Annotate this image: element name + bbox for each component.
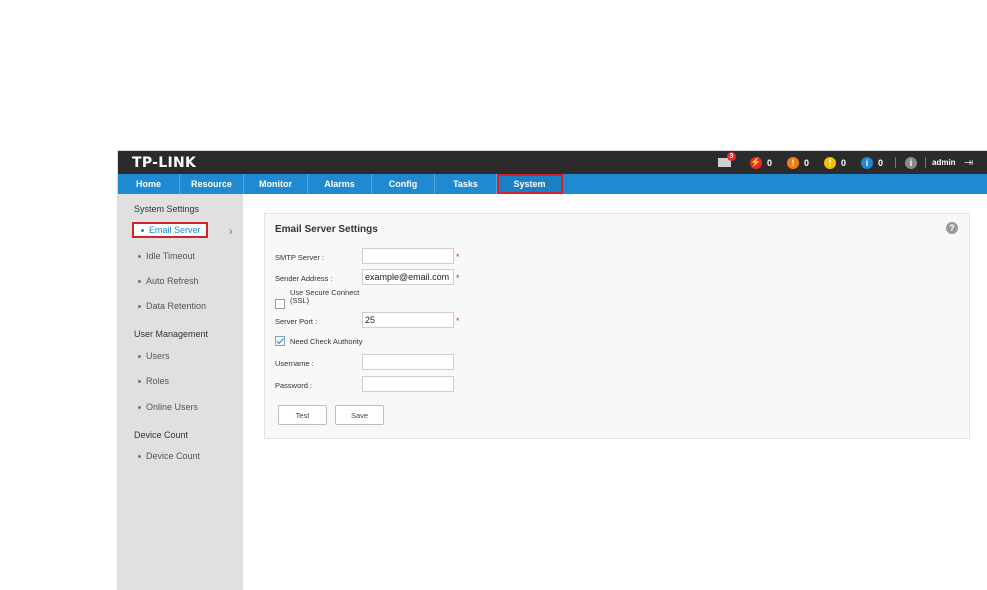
sidebar-item-label: Idle Timeout: [146, 251, 196, 261]
tab-config[interactable]: Config: [372, 174, 435, 194]
major-count: 0: [804, 157, 810, 168]
sidebar-item-label: Roles: [146, 376, 170, 386]
tab-system[interactable]: System: [497, 174, 563, 194]
sidebar-group-user-management: User Management: [134, 329, 209, 339]
divider: [925, 157, 926, 168]
about-button[interactable]: i: [905, 151, 922, 174]
tp-link-logo: TP-LINK: [132, 155, 197, 171]
sidebar-item-label: Data Retention: [146, 301, 207, 311]
panel-title: Email Server Settings: [275, 224, 378, 235]
required-mark: *: [456, 273, 460, 283]
email-server-panel: Email Server Settings ? SMTP Server : * …: [264, 213, 970, 439]
tab-alarms[interactable]: Alarms: [308, 174, 372, 194]
minor-alarms[interactable]: ! 0: [824, 151, 846, 174]
password-label: Password :: [275, 381, 313, 390]
major-alarms[interactable]: ! 0: [787, 151, 809, 174]
server-port-input[interactable]: [362, 312, 454, 328]
mail-badge: 3: [727, 152, 736, 161]
bullet: [138, 279, 141, 283]
sidebar-item-label: Users: [146, 351, 170, 361]
help-icon[interactable]: ?: [946, 222, 958, 234]
sender-address-label: Sender Address :: [275, 274, 333, 283]
about-icon: i: [905, 156, 917, 169]
bullet: [138, 405, 141, 409]
user-name[interactable]: admin: [932, 151, 956, 174]
sidebar-item-users[interactable]: Users: [138, 351, 170, 361]
checkmark-icon: [276, 338, 284, 345]
top-bar: TP-LINK 3 ⚡ 0 ! 0 ! 0 i 0 i admin ⇥: [118, 151, 987, 174]
tab-monitor[interactable]: Monitor: [244, 174, 308, 194]
main-nav: Home Resource Monitor Alarms Config Task…: [118, 174, 987, 194]
critical-count: 0: [767, 157, 773, 168]
username-input[interactable]: [362, 354, 454, 370]
minor-count: 0: [841, 157, 847, 168]
required-mark: *: [456, 316, 460, 326]
sidebar-item-label: Device Count: [146, 451, 201, 461]
password-input[interactable]: [362, 376, 454, 392]
sidebar: System Settings Email Server › Idle Time…: [118, 194, 243, 590]
logout-icon[interactable]: ⇥: [964, 151, 973, 174]
info-count: 0: [878, 157, 884, 168]
sender-address-input[interactable]: [362, 269, 454, 285]
sidebar-group-device-count: Device Count: [134, 430, 189, 440]
chevron-right-icon: ›: [229, 226, 233, 238]
minor-alarm-icon: !: [824, 156, 836, 169]
bullet: [141, 228, 144, 232]
critical-alarms[interactable]: ⚡ 0: [750, 151, 772, 174]
sidebar-item-online-users[interactable]: Online Users: [138, 402, 198, 412]
sidebar-item-data-retention[interactable]: Data Retention: [138, 301, 206, 311]
info-alarms[interactable]: i 0: [861, 151, 883, 174]
required-mark: *: [456, 252, 460, 262]
tab-resource[interactable]: Resource: [180, 174, 244, 194]
bullet: [138, 454, 141, 458]
bullet: [138, 354, 141, 358]
mail-icon: 3: [718, 152, 736, 167]
messages-button[interactable]: 3: [718, 151, 736, 174]
divider: [895, 157, 896, 168]
ssl-label: Use Secure Connect (SSL): [290, 289, 359, 305]
auth-checkbox[interactable]: [275, 336, 285, 346]
bullet: [138, 254, 141, 258]
server-port-label: Server Port :: [275, 317, 318, 326]
smtp-server-input[interactable]: [362, 248, 454, 264]
sidebar-item-label: Online Users: [146, 402, 199, 412]
tab-home[interactable]: Home: [118, 174, 180, 194]
bullet: [138, 304, 141, 308]
smtp-server-label: SMTP Server :: [275, 253, 325, 262]
info-alarm-icon: i: [861, 156, 873, 169]
ssl-label-line2: (SSL): [290, 296, 310, 305]
app-window: TP-LINK 3 ⚡ 0 ! 0 ! 0 i 0 i admin ⇥ Home…: [117, 150, 987, 590]
major-alarm-icon: !: [787, 156, 799, 169]
auth-label: Need Check Authority: [290, 337, 363, 346]
save-button[interactable]: Save: [335, 405, 384, 425]
sidebar-item-email-server[interactable]: Email Server: [132, 222, 208, 238]
username-label: Username :: [275, 359, 314, 368]
sidebar-item-idle-timeout[interactable]: Idle Timeout: [138, 251, 195, 261]
test-button[interactable]: Test: [278, 405, 327, 425]
sidebar-group-system-settings: System Settings: [134, 204, 200, 214]
sidebar-item-label: Auto Refresh: [146, 276, 199, 286]
sidebar-item-device-count[interactable]: Device Count: [138, 451, 200, 461]
bullet: [138, 379, 141, 383]
ssl-checkbox[interactable]: [275, 299, 285, 309]
sidebar-item-auto-refresh[interactable]: Auto Refresh: [138, 276, 199, 286]
sidebar-item-roles[interactable]: Roles: [138, 376, 169, 386]
sidebar-item-label: Email Server: [149, 225, 201, 235]
critical-alarm-icon: ⚡: [750, 156, 762, 169]
tab-tasks[interactable]: Tasks: [435, 174, 497, 194]
